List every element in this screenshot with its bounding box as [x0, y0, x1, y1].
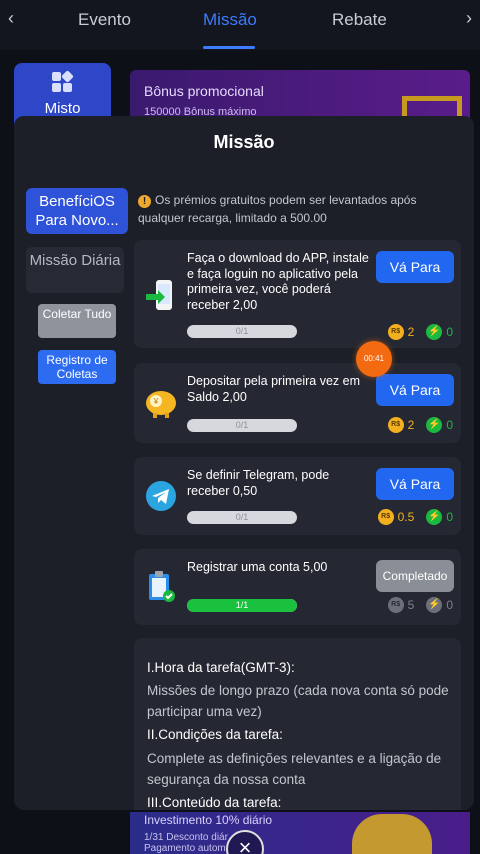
progress-bar: 1/1	[187, 599, 297, 612]
rules-text-1: Missões de longo prazo (cada nova conta …	[147, 683, 449, 719]
top-tab-bar: ‹ Evento Missão Rebate ›	[0, 0, 480, 50]
coin-icon: R$	[387, 417, 404, 433]
progress-label: 1/1	[235, 600, 249, 610]
bolt-reward: 0	[446, 510, 453, 524]
bolt-reward: 0	[446, 598, 453, 612]
clipboard-check-icon	[144, 569, 178, 603]
sidebar-item-missao-diaria[interactable]: Missão Diária	[26, 247, 124, 293]
mission-modal: Missão BenefíciOS Para Novo... Missão Di…	[14, 116, 474, 810]
notice: ! Os prémios gratuitos podem ser levantad…	[138, 191, 456, 227]
progress-bar: 0/1	[187, 325, 297, 338]
task-card: Registrar uma conta 5,00 Completado 1/1 …	[134, 549, 461, 625]
chevron-right-icon[interactable]: ›	[466, 8, 472, 29]
coin-icon: R$	[387, 324, 404, 340]
investment-banner-title: Investimento 10% diário	[144, 813, 273, 827]
collect-all-button[interactable]: Coletar Tudo	[38, 304, 116, 338]
task-description: Faça o download do APP, instale e faça l…	[187, 251, 369, 312]
task-card: Faça o download do APP, instale e faça l…	[134, 240, 461, 348]
go-button[interactable]: Vá Para	[376, 468, 454, 500]
task-description: Depositar pela primeira vez em Saldo 2,0…	[187, 374, 360, 404]
task-card: Se definir Telegram, pode receber 0,50 V…	[134, 457, 461, 535]
coin-reward: 0.5	[397, 510, 415, 524]
chevron-left-icon[interactable]: ‹	[8, 8, 14, 29]
completed-button[interactable]: Completado	[376, 560, 454, 592]
bolt-icon: ⚡	[426, 509, 443, 525]
phone-download-icon	[144, 278, 178, 312]
task-rules: I.Hora da tarefa(GMT-3): Missões de long…	[134, 638, 461, 810]
task-rewards: R$ 2 ⚡ 0	[387, 417, 453, 433]
task-card: ¥ Depositar pela primeira vez em Saldo 2…	[134, 363, 461, 443]
coin-reward: 2	[407, 325, 415, 339]
collection-history-button[interactable]: Registro de Coletas	[38, 350, 116, 384]
tab-evento[interactable]: Evento	[78, 10, 131, 30]
progress-bar: 0/1	[187, 511, 297, 524]
go-button[interactable]: Vá Para	[376, 374, 454, 406]
rules-text-2: Complete as definições relevantes e a li…	[147, 751, 442, 787]
progress-label: 0/1	[235, 512, 249, 522]
bolt-reward: 0	[446, 418, 453, 432]
bolt-icon: ⚡	[426, 324, 443, 340]
task-rewards: R$ 5 ⚡ 0	[387, 597, 453, 613]
progress-bar: 0/1	[187, 419, 297, 432]
progress-label: 0/1	[235, 326, 249, 336]
bolt-icon: ⚡	[426, 597, 443, 613]
gold-pig-image	[352, 814, 432, 854]
promo-banner-title: Bônus promocional	[144, 83, 264, 99]
investment-banner[interactable]: Investimento 10% diário 1/31 Desconto di…	[130, 812, 470, 854]
tab-missao[interactable]: Missão	[203, 10, 257, 30]
telegram-icon	[144, 479, 178, 513]
tab-rebate[interactable]: Rebate	[332, 10, 387, 30]
bolt-reward: 0	[446, 325, 453, 339]
task-description: Se definir Telegram, pode receber 0,50	[187, 468, 330, 498]
progress-label: 0/1	[235, 420, 249, 430]
piggy-bank-icon: ¥	[144, 385, 178, 419]
warning-icon: !	[138, 195, 151, 208]
rules-heading-1: I.Hora da tarefa(GMT-3):	[147, 660, 295, 675]
notice-text: Os prémios gratuitos podem ser levantado…	[138, 193, 417, 225]
coin-icon: R$	[387, 597, 404, 613]
task-description: Registrar uma conta 5,00	[187, 560, 328, 574]
sidebar-item-beneficios[interactable]: BenefíciOS Para Novo...	[26, 188, 128, 234]
investment-banner-line2: Pagamento autom	[144, 843, 226, 854]
floating-timer[interactable]: 00:41	[356, 341, 392, 377]
coin-icon: R$	[377, 509, 394, 525]
go-button[interactable]: Vá Para	[376, 251, 454, 283]
rules-heading-3: III.Conteúdo da tarefa:	[147, 795, 282, 810]
coin-reward: 5	[407, 598, 415, 612]
coin-reward: 2	[407, 418, 415, 432]
active-tab-indicator	[203, 46, 255, 49]
task-rewards: R$ 0.5 ⚡ 0	[377, 509, 453, 525]
bolt-icon: ⚡	[426, 417, 443, 433]
task-rewards: R$ 2 ⚡ 0	[387, 324, 453, 340]
svg-text:¥: ¥	[153, 397, 159, 406]
grid-icon	[52, 70, 74, 94]
modal-title: Missão	[213, 132, 275, 152]
category-label: Misto	[44, 100, 81, 117]
investment-banner-line1: 1/31 Desconto diár	[144, 832, 228, 843]
rules-heading-2: II.Condições da tarefa:	[147, 727, 283, 742]
